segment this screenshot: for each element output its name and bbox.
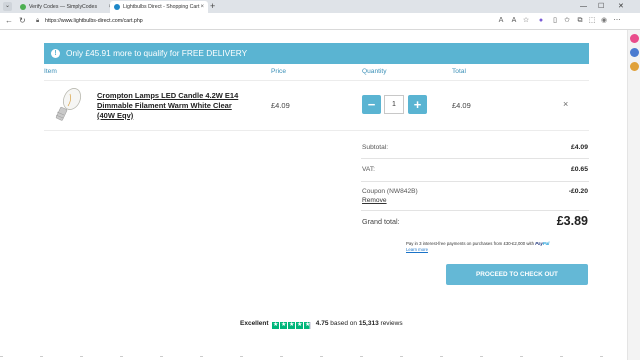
- summary-divider: [361, 181, 589, 182]
- url-text: https://www.lightbulbs-direct.com/cart.p…: [45, 18, 143, 24]
- column-header-item: Item: [44, 68, 57, 75]
- favorite-star-icon[interactable]: ☆: [522, 17, 530, 25]
- based-on-text: based on: [330, 320, 358, 327]
- star-icon: ★: [280, 322, 288, 329]
- coupon-label: Coupon (NW842B): [362, 188, 418, 195]
- tab-title: Lightbulbs Direct - Shopping Cart: [123, 4, 200, 10]
- simplycodes-favicon-icon: [20, 4, 26, 10]
- address-bar-row: ← ↻ 🔒︎ https://www.lightbulbs-direct.com…: [0, 13, 640, 30]
- item-total: £4.09: [452, 101, 471, 110]
- profile-avatar[interactable]: ◉: [600, 17, 608, 25]
- review-count: 15,313: [358, 320, 379, 327]
- minimize-button[interactable]: —: [580, 0, 587, 13]
- refresh-icon[interactable]: ↻: [19, 16, 26, 26]
- split-screen-icon[interactable]: ▯: [551, 17, 559, 25]
- browser-sidebar: [627, 30, 640, 360]
- summary-divider: [361, 210, 589, 211]
- tab-list-button[interactable]: ⌄: [3, 2, 12, 11]
- rating-word: Excellent: [240, 320, 269, 327]
- product-name-link[interactable]: Crompton Lamps LED Candle 4.2W E14 Dimma…: [97, 91, 247, 121]
- tab-bar: ⌄ Verify Codes — SimplyCodes × Lightbulb…: [0, 0, 640, 13]
- maximize-button[interactable]: ☐: [598, 0, 604, 13]
- quantity-input[interactable]: [384, 95, 404, 114]
- collections-icon[interactable]: ⧉: [576, 17, 584, 25]
- proceed-to-checkout-button[interactable]: PROCEED TO CHECK OUT: [446, 264, 588, 285]
- lock-icon: 🔒︎: [36, 18, 40, 24]
- extension-icon[interactable]: ●: [537, 17, 545, 25]
- rating-score: 4.75: [315, 320, 329, 327]
- decrease-quantity-button[interactable]: −: [362, 95, 381, 114]
- header-divider: [44, 80, 589, 81]
- more-menu-icon[interactable]: ⋯: [613, 17, 621, 25]
- column-header-total: Total: [452, 68, 466, 75]
- banner-middle: more to qualify for: [110, 48, 182, 58]
- tools-sidebar-icon[interactable]: [630, 62, 639, 71]
- star-icon: ★: [288, 322, 296, 329]
- translate-icon[interactable]: A: [510, 17, 518, 25]
- product-image[interactable]: [50, 86, 84, 126]
- new-tab-button[interactable]: +: [210, 0, 215, 13]
- tab-simplycodes[interactable]: Verify Codes — SimplyCodes ×: [16, 1, 116, 13]
- read-aloud-icon[interactable]: ꓮ: [497, 17, 505, 25]
- paypal-text: Pay in 3 interest-free payments on purch…: [406, 241, 535, 246]
- remove-coupon-link[interactable]: Remove: [362, 197, 387, 204]
- back-icon[interactable]: ←: [5, 16, 13, 26]
- coupon-value: -£0.20: [568, 188, 588, 195]
- subtotal-value: £4.09: [570, 144, 588, 151]
- trustpilot-widget[interactable]: Excellent ★ ★ ★ ★ ★ 4.75 based on 15,313 rev…: [240, 320, 403, 329]
- star-icon: ★: [304, 322, 312, 329]
- paypal-message: Pay in 3 interest-free payments on purch…: [406, 241, 549, 253]
- remove-item-icon[interactable]: ×: [563, 99, 568, 109]
- reviews-text: reviews: [380, 320, 403, 327]
- column-header-price: Price: [271, 68, 287, 75]
- banner-highlight: FREE DELIVERY: [181, 48, 248, 58]
- star-icon: ★: [296, 322, 304, 329]
- star-icon: ★: [272, 322, 280, 329]
- tab-lightbulbs[interactable]: Lightbulbs Direct - Shopping Cart ×: [110, 1, 208, 13]
- increase-quantity-button[interactable]: +: [408, 95, 427, 114]
- vat-value: £0.65: [570, 166, 588, 173]
- extensions-icon[interactable]: ⬚: [588, 17, 596, 25]
- close-window-button[interactable]: ✕: [618, 0, 624, 13]
- banner-amount: £45.91: [85, 48, 111, 58]
- favorites-icon[interactable]: ✩: [563, 17, 571, 25]
- grand-total-value: £3.89: [556, 214, 588, 228]
- learn-more-link[interactable]: Learn more: [406, 247, 428, 252]
- copilot-icon[interactable]: [630, 34, 639, 43]
- paypal-logo: PayPal: [535, 241, 550, 246]
- search-sidebar-icon[interactable]: [630, 48, 639, 57]
- vat-label: VAT:: [362, 166, 375, 173]
- lightbulb-favicon-icon: [114, 4, 120, 10]
- subtotal-label: Subtotal:: [362, 144, 389, 151]
- address-bar[interactable]: 🔒︎ https://www.lightbulbs-direct.com/car…: [36, 16, 466, 27]
- banner-prefix: Only: [66, 48, 86, 58]
- tab-title: Verify Codes — SimplyCodes: [29, 4, 98, 10]
- item-price: £4.09: [271, 101, 290, 110]
- column-header-quantity: Quantity: [362, 68, 387, 75]
- free-delivery-banner: ! Only £45.91 more to qualify for FREE D…: [44, 43, 589, 64]
- summary-divider: [361, 158, 589, 159]
- info-icon: !: [51, 49, 60, 58]
- footer-divider: [0, 356, 627, 357]
- grand-total-label: Grand total:: [362, 217, 400, 226]
- close-tab-icon[interactable]: ×: [200, 1, 204, 13]
- row-divider: [44, 130, 589, 131]
